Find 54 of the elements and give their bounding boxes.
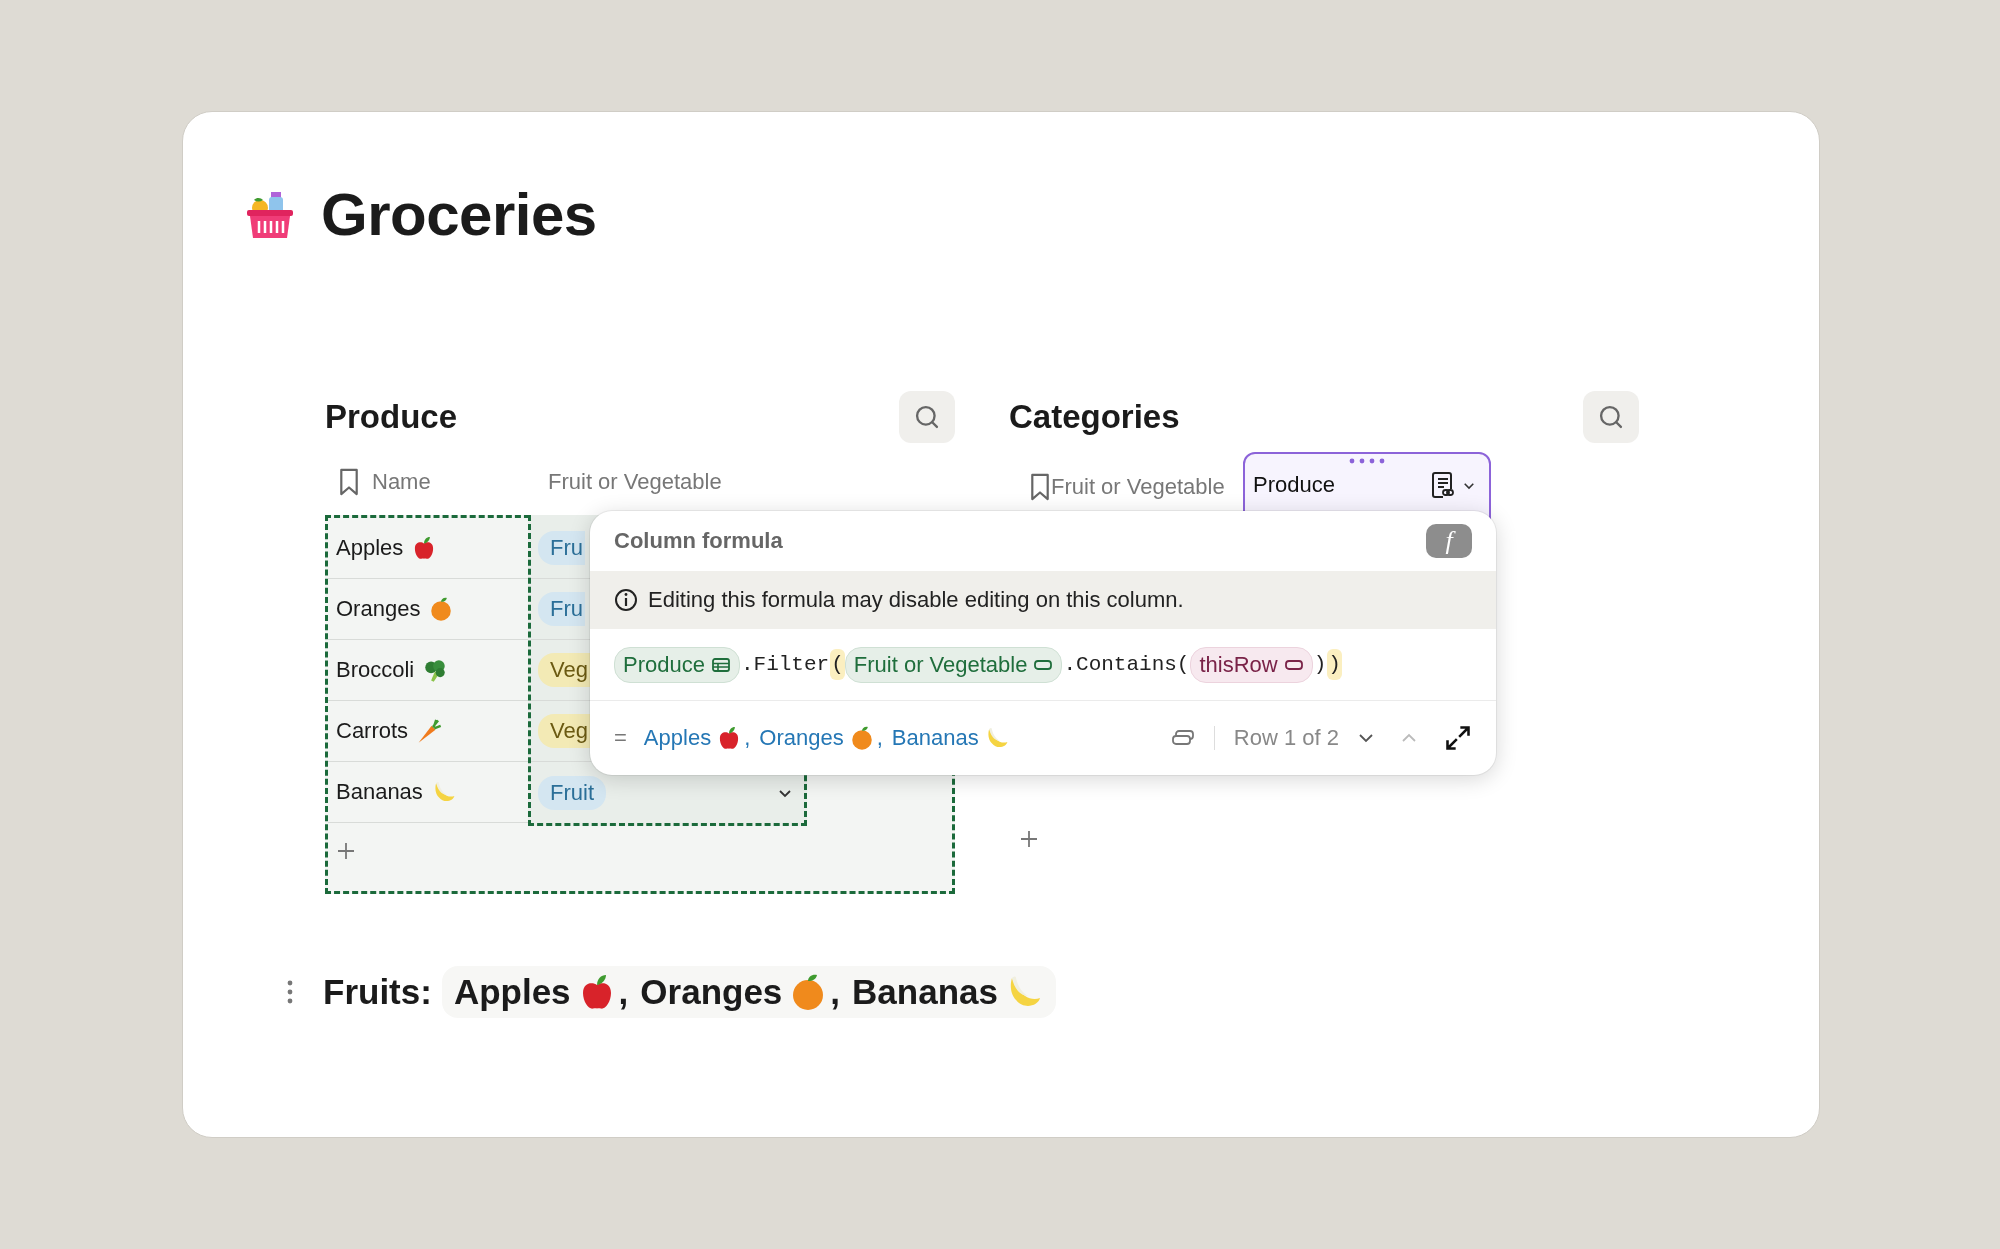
rows-icon[interactable] xyxy=(1170,728,1195,747)
column-header[interactable]: Produce xyxy=(1253,472,1431,498)
category-tag: Fruit xyxy=(538,775,606,810)
table-title: Categories xyxy=(1009,398,1180,436)
formula-button[interactable]: f xyxy=(1426,524,1472,558)
result-item: Apples xyxy=(453,972,571,1012)
table-reference: Produce xyxy=(614,646,740,683)
search-icon xyxy=(913,403,941,431)
result-link[interactable]: Bananas xyxy=(891,724,979,751)
equals-sign: = xyxy=(614,724,627,751)
linked-document-icon[interactable] xyxy=(1431,470,1455,500)
separator-text: , xyxy=(618,972,629,1012)
expand-icon[interactable] xyxy=(1444,723,1472,752)
formula-code: ) xyxy=(1312,653,1328,676)
bookmark-icon xyxy=(338,467,360,497)
add-row-icon[interactable] xyxy=(336,841,356,861)
row-counter: Row 1 of 2 xyxy=(1233,724,1339,751)
drag-handle-icon[interactable] xyxy=(287,980,293,1004)
formula-code: .Filter xyxy=(739,653,831,676)
summary-label: Fruits: xyxy=(323,972,432,1012)
drag-handle-icon[interactable] xyxy=(1347,458,1387,464)
search-button[interactable] xyxy=(1583,391,1639,443)
column-header[interactable]: Name xyxy=(372,469,431,495)
category-tag: Fru xyxy=(538,592,585,626)
result-link[interactable]: Oranges xyxy=(759,724,844,751)
caret-icon[interactable] xyxy=(1463,480,1475,490)
category-tag: Veg xyxy=(538,714,590,748)
table-icon xyxy=(710,656,731,673)
result-item: Bananas xyxy=(852,972,998,1012)
popup-title: Column formula xyxy=(614,528,783,554)
separator-text: , xyxy=(830,972,841,1012)
column-header[interactable]: Fruit or Vegetable xyxy=(1051,473,1225,500)
warning-text: Editing this formula may disable editing on this column. xyxy=(648,587,1184,613)
category-tag: Veg xyxy=(538,653,590,687)
bookmark-icon xyxy=(1029,471,1051,502)
info-icon xyxy=(614,588,638,612)
formula-code: .Contains( xyxy=(1062,653,1191,676)
result-link[interactable]: Apples xyxy=(643,724,712,751)
parenthesis: ) xyxy=(1327,649,1342,680)
separator-text: , xyxy=(876,724,883,751)
category-tag: Fru xyxy=(538,531,585,565)
search-button[interactable] xyxy=(899,391,955,443)
column-header[interactable]: Fruit or Vegetable xyxy=(548,469,722,495)
add-row-icon[interactable] xyxy=(1019,829,1039,849)
table-title: Produce xyxy=(325,398,458,436)
page-title: Groceries xyxy=(321,180,597,249)
caret-icon[interactable] xyxy=(778,787,792,798)
result-item: Oranges xyxy=(640,972,783,1012)
search-icon xyxy=(1597,403,1625,431)
separator-text: , xyxy=(744,724,751,751)
parenthesis: ( xyxy=(830,649,845,680)
column-reference: Fruit or Vegetable xyxy=(844,646,1063,683)
next-row-icon[interactable] xyxy=(1358,732,1374,743)
row-reference: thisRow xyxy=(1190,646,1313,683)
